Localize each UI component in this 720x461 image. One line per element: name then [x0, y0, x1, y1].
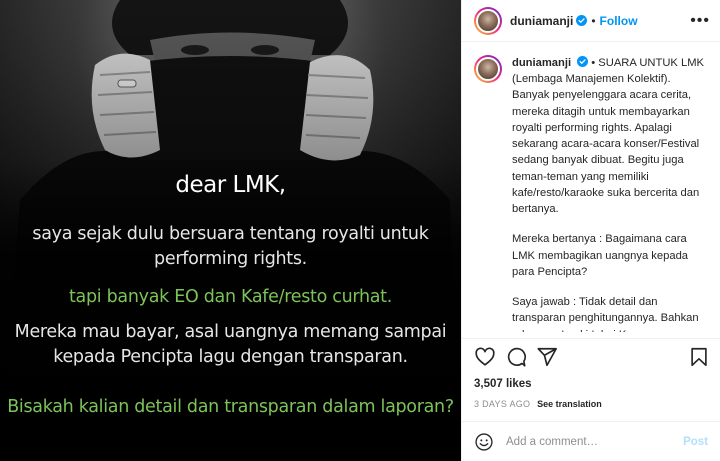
- header-username[interactable]: duniamanji: [510, 14, 573, 28]
- post-side-panel: duniamanji • Follow ••• duniamanji • SUA…: [461, 0, 720, 461]
- overlay-line-3: Mereka mau bayar, asal uangnya memang sa…: [14, 322, 447, 367]
- caption-paragraph-3: Saya jawab : Tidak detail dan transparan…: [512, 296, 699, 332]
- caption-section: duniamanji • SUARA UNTUK LMK (Lembaga Ma…: [462, 43, 720, 332]
- caption-body: duniamanji • SUARA UNTUK LMK (Lembaga Ma…: [512, 55, 710, 332]
- more-options-icon[interactable]: •••: [690, 12, 710, 30]
- verified-badge-icon: [576, 15, 588, 26]
- heart-icon[interactable]: [474, 346, 496, 368]
- like-count[interactable]: 3,507 likes: [474, 378, 532, 390]
- smiley-icon[interactable]: [474, 432, 494, 452]
- comment-icon[interactable]: [505, 346, 527, 368]
- comment-input[interactable]: [506, 435, 684, 448]
- bookmark-icon[interactable]: [688, 346, 710, 368]
- instagram-post: dear LMK, saya sejak dulu bersuara tenta…: [0, 0, 720, 461]
- overlay-line-2: tapi banyak EO dan Kafe/resto curhat.: [69, 287, 392, 307]
- post-header: duniamanji • Follow •••: [462, 0, 720, 42]
- post-meta: 3 DAYS AGO See translation: [474, 399, 602, 409]
- comment-bar: Post: [462, 421, 720, 461]
- overlay-line-1: saya sejak dulu bersuara tentang royalti…: [32, 224, 429, 269]
- follow-button[interactable]: Follow: [600, 14, 638, 28]
- caption-text-1: • SUARA UNTUK LMK (Lembaga Manajemen Kol…: [512, 57, 704, 216]
- avatar[interactable]: [474, 6, 502, 35]
- verified-badge-icon: [577, 56, 589, 67]
- post-time: 3 DAYS AGO: [474, 399, 531, 409]
- action-bar: [462, 338, 720, 374]
- overlay-line-4: Bisakah kalian detail dan transparan dal…: [7, 397, 454, 417]
- caption-paragraph-1: duniamanji • SUARA UNTUK LMK (Lembaga Ma…: [512, 55, 710, 217]
- see-translation-link[interactable]: See translation: [537, 399, 602, 409]
- caption-paragraph-2: Mereka bertanya : Bagaimana cara LMK mem…: [512, 233, 689, 278]
- separator-dot: •: [591, 13, 596, 28]
- post-button[interactable]: Post: [683, 436, 708, 448]
- post-image[interactable]: dear LMK, saya sejak dulu bersuara tenta…: [0, 0, 461, 461]
- overlay-title: dear LMK,: [175, 172, 286, 198]
- caption-username[interactable]: duniamanji: [512, 57, 571, 69]
- share-icon[interactable]: [536, 346, 558, 368]
- caption-avatar[interactable]: [474, 55, 502, 83]
